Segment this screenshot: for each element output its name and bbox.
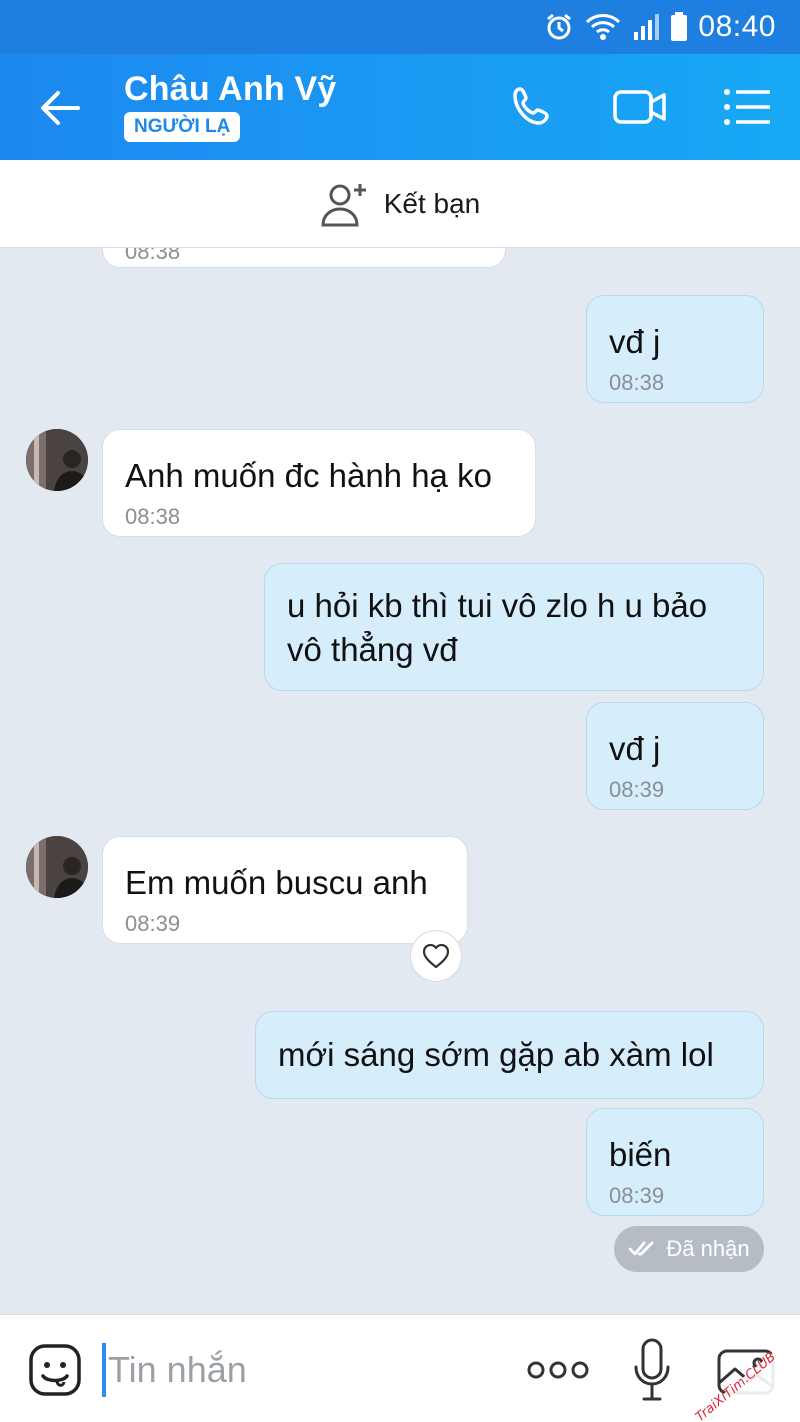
signal-icon [634, 14, 660, 40]
message-list[interactable]: 08:38 vđ j 08:38 Anh muốn đc hành hạ ko … [0, 248, 800, 1314]
message-bubble-outgoing[interactable]: biến 08:39 [586, 1108, 764, 1216]
sticker-emoji-icon[interactable] [28, 1343, 82, 1397]
composer-bar [0, 1314, 800, 1422]
message-text: biến [609, 1136, 672, 1173]
battery-icon [671, 12, 688, 41]
message-text: Em muốn buscu anh [125, 864, 428, 901]
avatar-photo [26, 429, 88, 491]
contact-name[interactable]: Châu Anh Vỹ [124, 70, 337, 109]
add-person-icon [321, 183, 366, 226]
double-check-icon [629, 1241, 654, 1256]
text-cursor [102, 1343, 106, 1397]
message-input[interactable] [108, 1343, 488, 1397]
clock: 08:40 [698, 10, 776, 43]
avatar-photo [26, 836, 88, 898]
message-time: 08:39 [125, 911, 181, 936]
contact-avatar[interactable] [26, 836, 88, 898]
delivery-status-badge: Đã nhận [614, 1226, 764, 1272]
more-options-icon[interactable] [526, 1355, 590, 1385]
react-heart-button[interactable] [410, 930, 462, 982]
message-bubble-incoming[interactable]: 08:38 [102, 248, 506, 268]
heart-icon [422, 943, 450, 969]
message-time: 08:38 [609, 370, 665, 395]
chat-header: Châu Anh Vỹ NGƯỜI LẠ [0, 54, 800, 160]
message-bubble-incoming[interactable]: Anh muốn đc hành hạ ko 08:38 [102, 429, 536, 537]
menu-list-icon[interactable] [720, 82, 776, 132]
message-text: Anh muốn đc hành hạ ko [125, 457, 492, 494]
alarm-icon [547, 13, 572, 40]
message-text: vđ j [609, 730, 661, 767]
delivery-status-text: Đã nhận [666, 1236, 750, 1261]
message-bubble-outgoing[interactable]: u hỏi kb thì tui vô zlo h u bảo vô thẳng… [264, 563, 764, 691]
wifi-icon [586, 14, 621, 40]
message-bubble-outgoing[interactable]: mới sáng sớm gặp ab xàm lol [255, 1011, 764, 1099]
message-time: 08:39 [609, 777, 665, 802]
message-bubble-incoming[interactable]: Em muốn buscu anh 08:39 [102, 836, 468, 944]
message-text: mới sáng sớm gặp ab xàm lol [278, 1036, 714, 1073]
message-bubble-outgoing[interactable]: vđ j 08:39 [586, 702, 764, 810]
back-arrow-icon[interactable] [34, 84, 86, 132]
microphone-icon[interactable] [632, 1337, 672, 1403]
stranger-badge: NGƯỜI LẠ [124, 112, 241, 142]
phone-call-icon[interactable] [506, 82, 562, 132]
message-text: u hỏi kb thì tui vô zlo h u bảo vô thẳng… [287, 587, 708, 668]
watermark: TraiXiTim.CLUB [690, 1330, 800, 1422]
status-bar: 08:40 [0, 0, 800, 54]
add-friend-label: Kết bạn [383, 187, 481, 219]
message-time: 08:39 [609, 1183, 665, 1208]
message-bubble-outgoing[interactable]: vđ j 08:38 [586, 295, 764, 403]
video-call-icon[interactable] [612, 82, 668, 132]
message-text: vđ j [609, 323, 661, 360]
add-friend-button[interactable]: Kết bạn [0, 160, 800, 248]
contact-avatar[interactable] [26, 429, 88, 491]
message-time: 08:38 [125, 248, 181, 264]
message-time: 08:38 [125, 504, 181, 529]
